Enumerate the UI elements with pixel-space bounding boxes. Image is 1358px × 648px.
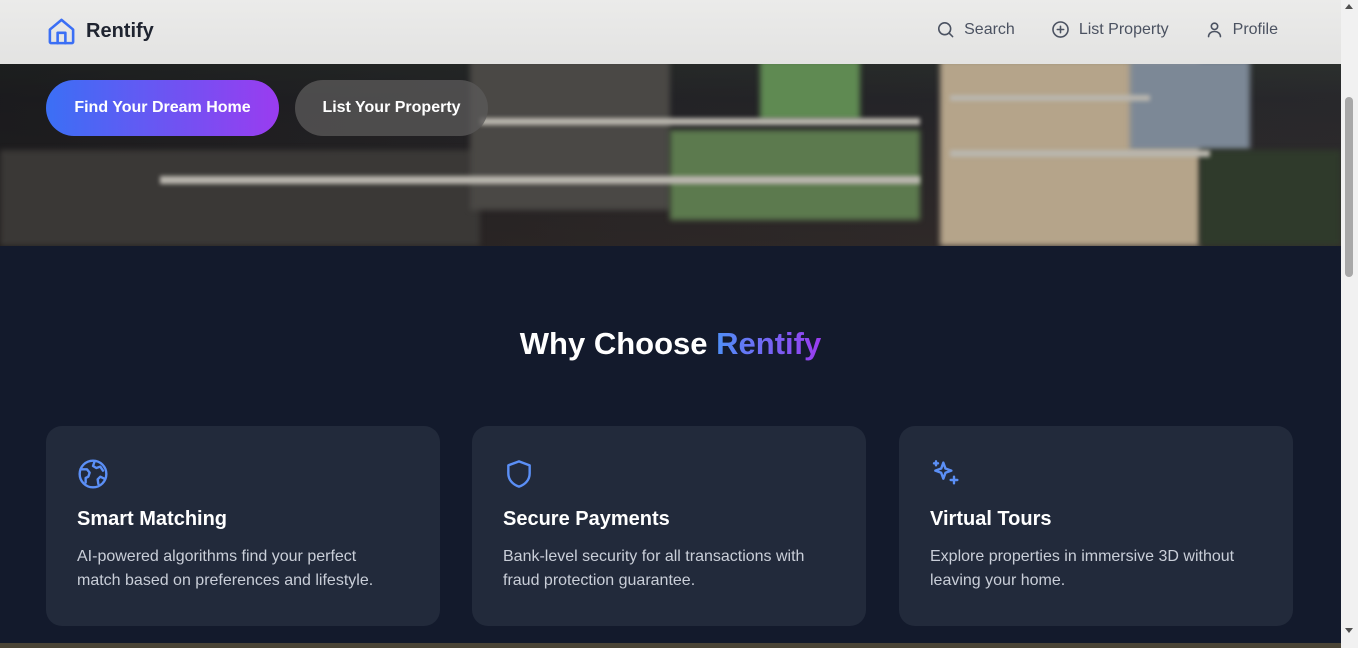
feature-description: Explore properties in immersive 3D witho… (930, 548, 1235, 589)
find-dream-home-button[interactable]: Find Your Dream Home (46, 80, 279, 136)
feature-card-smart-matching: Smart Matching AI-powered algorithms fin… (46, 426, 440, 626)
feature-title: Virtual Tours (930, 508, 1052, 530)
feature-title: Smart Matching (77, 508, 228, 530)
nav-search-label: Search (964, 20, 1015, 38)
shield-icon (503, 458, 535, 490)
feature-card-virtual-tours: Virtual Tours Explore properties in imme… (899, 426, 1293, 626)
sparkles-icon (930, 458, 962, 490)
search-icon (936, 20, 955, 39)
brand[interactable]: Rentify (46, 16, 154, 47)
plus-circle-icon (1051, 20, 1070, 39)
user-icon (1205, 20, 1224, 39)
feature-description: Bank-level security for all transactions… (503, 548, 805, 589)
vertical-scrollbar[interactable] (1341, 0, 1358, 648)
brand-name: Rentify (86, 20, 154, 42)
section-title-prefix: Why Choose (519, 326, 708, 361)
list-your-property-button[interactable]: List Your Property (295, 80, 488, 136)
scroll-down-arrow-icon[interactable] (1345, 628, 1353, 633)
globe-icon (77, 458, 109, 490)
nav-profile-label: Profile (1232, 20, 1278, 38)
feature-description: AI-powered algorithms find your perfect … (77, 548, 374, 589)
feature-card-secure-payments: Secure Payments Bank-level security for … (472, 426, 866, 626)
nav-list-property[interactable]: List Property (1051, 20, 1169, 39)
nav-search[interactable]: Search (936, 20, 1015, 39)
section-title: Why Choose Rentify (0, 326, 1341, 362)
scrollbar-thumb[interactable] (1345, 97, 1353, 277)
bottom-edge (0, 643, 1341, 648)
nav-links: Search List Property Profile (900, 20, 1278, 39)
scroll-up-arrow-icon[interactable] (1345, 4, 1353, 9)
page: Rentify Search List Property Profile Fin… (0, 0, 1341, 648)
home-icon (46, 16, 77, 47)
top-navbar: Rentify Search List Property Profile (0, 0, 1341, 64)
nav-list-property-label: List Property (1078, 20, 1169, 38)
feature-title: Secure Payments (503, 508, 670, 530)
nav-profile[interactable]: Profile (1205, 20, 1278, 39)
section-title-accent: Rentify (716, 326, 822, 361)
